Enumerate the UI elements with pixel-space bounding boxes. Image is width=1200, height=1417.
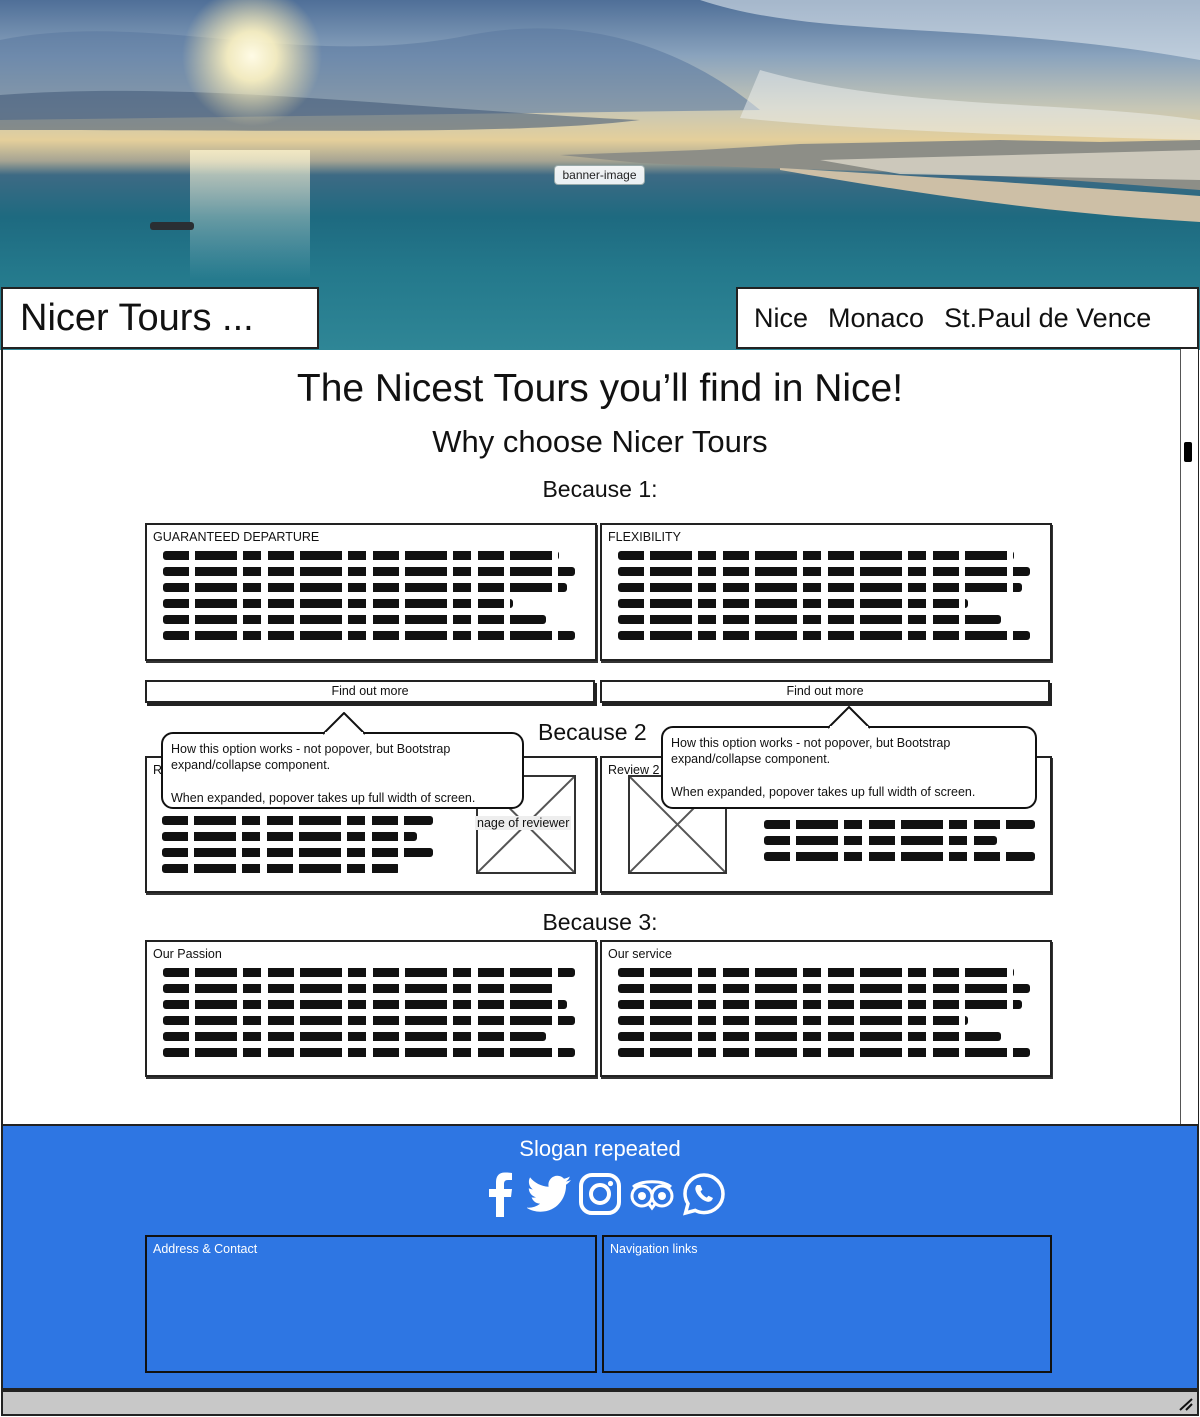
popover-arrow-icon	[828, 706, 870, 729]
placeholder-text	[618, 551, 1030, 647]
site-logo[interactable]: Nicer Tours ...	[1, 287, 319, 349]
card-title: FLEXIBILITY	[608, 530, 681, 544]
because-1-heading: Because 1:	[542, 476, 658, 502]
expand-note-popover: How this option works - not popover, but…	[661, 726, 1037, 809]
twitter-icon[interactable]	[526, 1171, 573, 1222]
footer-slogan: Slogan repeated	[519, 1136, 681, 1161]
banner-image-label: banner-image	[554, 165, 645, 185]
card-our-passion: Our Passion	[145, 940, 597, 1077]
image-caption: nage of reviewer	[475, 816, 572, 830]
social-links	[480, 1172, 725, 1220]
placeholder-text	[764, 820, 1035, 868]
expand-note-popover: How this option works - not popover, but…	[161, 732, 524, 809]
popover-text: When expanded, popover takes up full wid…	[671, 785, 976, 799]
navigation-links-box: Navigation links	[602, 1235, 1052, 1373]
because-3-heading: Because 3:	[542, 909, 658, 935]
vertical-scrollbar[interactable]	[1180, 349, 1198, 1125]
popover-arrow-icon	[323, 712, 365, 735]
top-navigation: Nice Monaco St.Paul de Vence	[736, 287, 1199, 349]
card-title: Our Passion	[153, 947, 222, 961]
placeholder-text	[618, 968, 1030, 1064]
card-our-service: Our service	[600, 940, 1052, 1077]
card-title: GUARANTEED DEPARTURE	[153, 530, 320, 544]
nav-link-nice[interactable]: Nice	[754, 303, 808, 334]
popover-text: When expanded, popover takes up full wid…	[171, 791, 476, 805]
resize-handle-icon[interactable]	[1176, 1396, 1194, 1412]
nav-link-monaco[interactable]: Monaco	[828, 303, 924, 334]
instagram-icon[interactable]	[578, 1171, 622, 1222]
whatsapp-icon[interactable]	[682, 1171, 726, 1222]
find-out-more-button[interactable]: Find out more	[145, 680, 595, 703]
placeholder-text	[163, 551, 575, 647]
popover-text: How this option works - not popover, but…	[171, 742, 451, 772]
tripadvisor-icon[interactable]	[627, 1171, 677, 1222]
find-out-more-button[interactable]: Find out more	[600, 680, 1050, 703]
popover-text: How this option works - not popover, but…	[671, 736, 951, 766]
box-title: Navigation links	[610, 1242, 698, 1256]
placeholder-text	[163, 968, 575, 1064]
card-guaranteed-departure: GUARANTEED DEPARTURE	[145, 523, 597, 661]
placeholder-text	[162, 816, 433, 880]
card-flexibility: FLEXIBILITY	[600, 523, 1052, 661]
facebook-icon[interactable]	[480, 1171, 522, 1222]
address-contact-box: Address & Contact	[145, 1235, 597, 1373]
page-title: The Nicest Tours you’ll find in Nice!	[296, 367, 904, 410]
section-subtitle: Why choose Nicer Tours	[432, 424, 768, 459]
box-title: Address & Contact	[153, 1242, 258, 1256]
status-bar	[1, 1390, 1199, 1416]
nav-link-st-paul[interactable]: St.Paul de Vence	[944, 303, 1151, 334]
card-title: Our service	[608, 947, 672, 961]
because-2-heading: Because 2	[538, 719, 647, 745]
